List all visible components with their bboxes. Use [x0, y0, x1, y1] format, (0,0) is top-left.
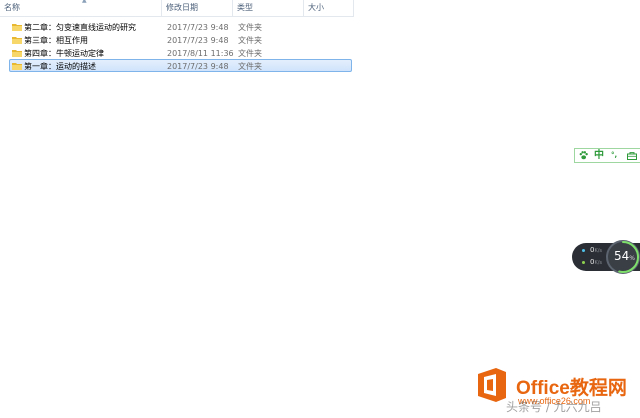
column-header-type[interactable]: 类型	[233, 0, 304, 16]
ime-toolbar[interactable]: 中 °,	[574, 148, 640, 163]
folder-icon	[12, 24, 22, 31]
file-list: 第二章：匀变速直线运动的研究 2017/7/23 9:48 文件夹 第三章：相互…	[9, 20, 352, 72]
file-row-selected[interactable]: 第一章：运动的描述 2017/7/23 9:48 文件夹	[9, 59, 352, 72]
download-indicator-icon	[582, 261, 585, 264]
column-header-modified[interactable]: 修改日期	[162, 0, 233, 16]
upload-speed-unit: K/s	[594, 248, 603, 254]
toolbox-icon[interactable]	[627, 152, 637, 160]
download-speed-unit: K/s	[594, 260, 603, 266]
column-header-name-label: 名称	[4, 3, 20, 12]
file-row[interactable]: 第二章：匀变速直线运动的研究 2017/7/23 9:48 文件夹	[9, 20, 352, 33]
folder-icon	[12, 50, 22, 57]
folder-icon	[12, 37, 22, 44]
column-header-bar: 名称 ▲ 修改日期 类型 大小	[0, 0, 354, 17]
folder-icon	[12, 63, 22, 70]
memory-gauge[interactable]: 54%	[606, 240, 640, 274]
upload-speed: 0K/s	[590, 246, 602, 255]
ime-punctuation[interactable]: °,	[611, 149, 617, 162]
file-name: 第一章：运动的描述	[24, 62, 96, 71]
sort-ascending-icon: ▲	[82, 0, 87, 4]
column-header-modified-label: 修改日期	[166, 3, 198, 12]
column-header-name[interactable]: 名称	[0, 0, 162, 16]
file-type: 文件夹	[238, 62, 262, 71]
upload-indicator-icon	[582, 249, 585, 252]
ime-mode[interactable]: 中	[594, 149, 604, 162]
office-logo-icon	[478, 368, 506, 402]
paw-icon[interactable]	[579, 151, 588, 160]
memory-percent-value: 54	[614, 249, 630, 263]
file-row[interactable]: 第四章：牛顿运动定律 2017/8/11 11:36 文件夹	[9, 46, 352, 59]
column-header-size[interactable]: 大小	[304, 0, 354, 16]
file-row[interactable]: 第三章：相互作用 2017/7/23 9:48 文件夹	[9, 33, 352, 46]
file-modified: 2017/7/23 9:48	[167, 62, 229, 71]
column-header-type-label: 类型	[237, 3, 253, 12]
download-speed: 0K/s	[590, 258, 602, 267]
memory-percent-unit: %	[629, 255, 635, 262]
watermark-credit: 头条号 / 九六九吕	[506, 400, 602, 414]
column-header-size-label: 大小	[308, 3, 324, 12]
memory-percent: 54%	[614, 249, 635, 263]
